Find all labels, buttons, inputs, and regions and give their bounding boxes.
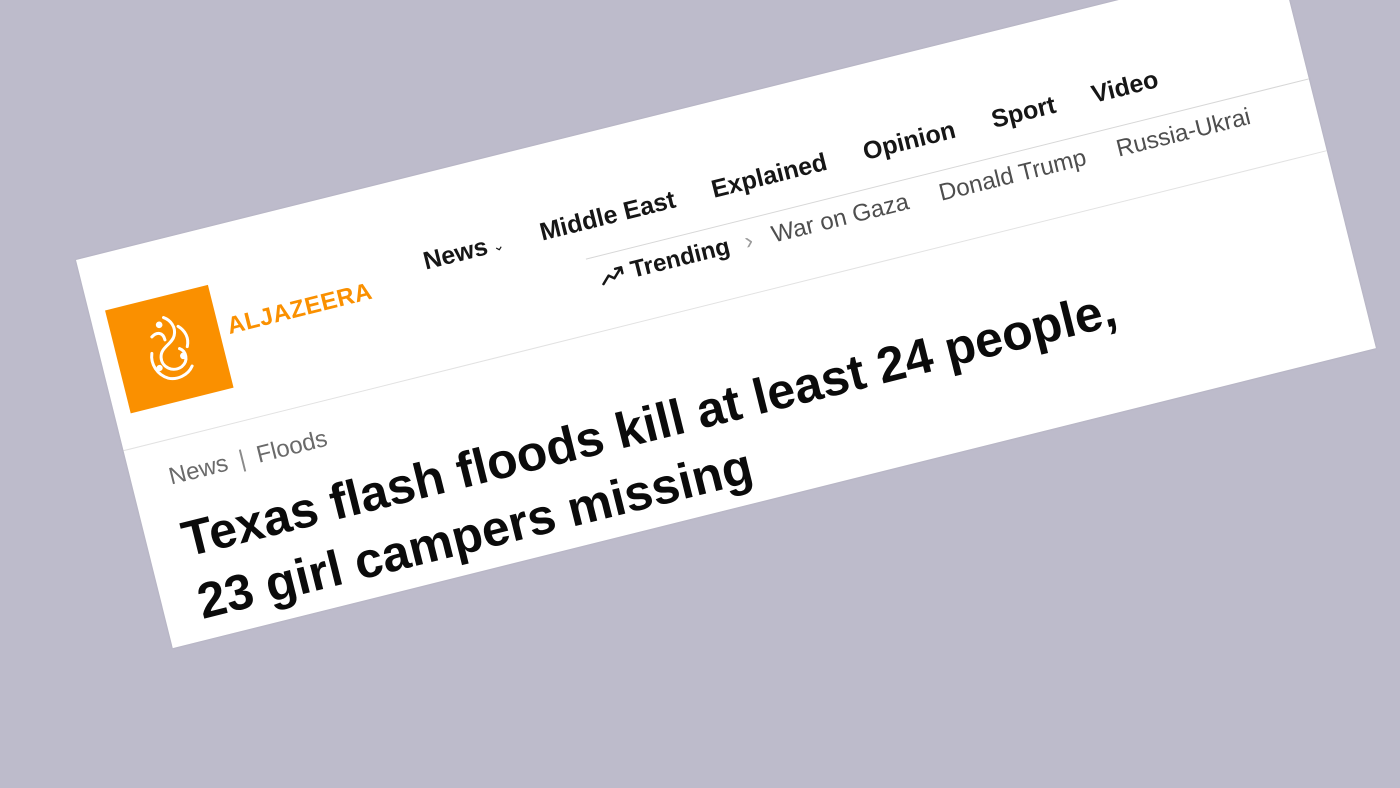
- aljazeera-calligraphy-logo-icon: [150, 316, 194, 381]
- chevron-down-icon: ⌄: [490, 236, 506, 255]
- article-screenshot-card: ALJAZEERA News ⌄ Middle East Explained O…: [76, 0, 1376, 649]
- nav-item-label: Middle East: [536, 185, 679, 247]
- nav-item-label: Explained: [708, 147, 830, 204]
- nav-item-label: News: [420, 232, 491, 276]
- breadcrumb-floods[interactable]: Floods: [254, 425, 331, 470]
- trending-topic-donald-trump[interactable]: Donald Trump: [936, 144, 1089, 208]
- trending-topic-russia-ukraine[interactable]: Russia-Ukrai: [1113, 103, 1253, 163]
- trending-up-icon: [602, 266, 624, 286]
- nav-item-explained[interactable]: Explained: [709, 148, 831, 205]
- chevron-right-icon: ›: [741, 227, 756, 256]
- nav-item-sport[interactable]: Sport: [989, 91, 1059, 135]
- nav-item-news[interactable]: News ⌄: [420, 228, 507, 276]
- nav-item-opinion[interactable]: Opinion: [860, 116, 959, 167]
- page: ALJAZEERA News ⌄ Middle East Explained O…: [0, 0, 1400, 788]
- nav-item-label: Sport: [988, 90, 1059, 134]
- trending-label: Trending: [597, 233, 733, 292]
- trending-label-text: Trending: [627, 232, 733, 284]
- trending-topic-war-on-gaza[interactable]: War on Gaza: [769, 188, 912, 249]
- site-name[interactable]: ALJAZEERA: [224, 278, 375, 341]
- nav-item-label: Video: [1088, 65, 1162, 109]
- nav-item-middle-east[interactable]: Middle East: [537, 186, 679, 248]
- nav-item-video[interactable]: Video: [1089, 65, 1162, 109]
- breadcrumb-separator: |: [235, 445, 249, 474]
- breadcrumb-news[interactable]: News: [166, 450, 231, 492]
- nav-item-label: Opinion: [860, 115, 959, 166]
- site-logo[interactable]: [105, 284, 234, 414]
- headline-line-1: Texas flash floods kill at least 24 peop…: [176, 280, 1122, 568]
- nav-divider: [585, 74, 1324, 260]
